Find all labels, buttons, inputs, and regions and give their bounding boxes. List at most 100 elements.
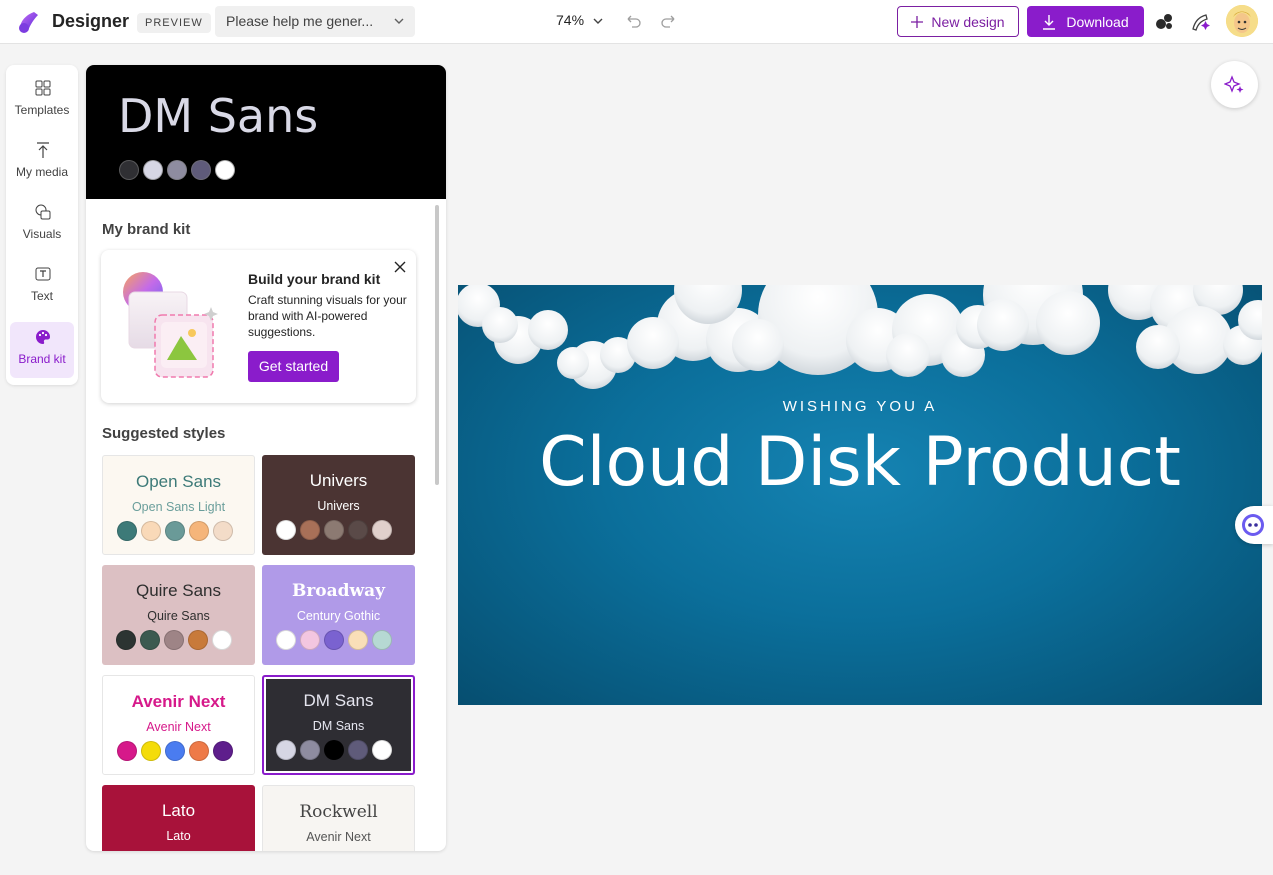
color-swatch <box>188 630 208 650</box>
color-swatch <box>324 520 344 540</box>
close-icon[interactable] <box>393 260 407 274</box>
style-heading-font: Quire Sans <box>135 581 222 600</box>
style-swatches <box>276 520 392 540</box>
redo-icon[interactable] <box>660 12 678 30</box>
style-body-font: Univers <box>317 499 360 513</box>
color-swatch <box>348 740 368 760</box>
color-swatch <box>213 521 233 541</box>
style-card-quire-sans[interactable]: Quire Sans Quire Sans <box>102 565 255 665</box>
design-title[interactable]: Cloud Disk Product <box>458 423 1262 502</box>
palette-icon <box>36 330 51 344</box>
download-icon <box>1043 14 1056 30</box>
color-swatch <box>372 630 392 650</box>
style-card-avenir-next[interactable]: Avenir Next Avenir Next <box>102 675 255 775</box>
avatar-image-icon <box>1226 5 1258 37</box>
color-swatch <box>191 160 211 180</box>
color-swatch <box>276 630 296 650</box>
color-swatch <box>119 160 139 180</box>
plus-icon <box>911 15 924 28</box>
style-card-broadway[interactable]: Broadway Century Gothic <box>262 565 415 665</box>
style-swatches <box>276 740 392 760</box>
visuals-icon <box>35 204 51 220</box>
style-card-dm-sans[interactable]: DM Sans DM Sans <box>262 675 415 775</box>
color-swatch <box>117 741 137 761</box>
style-heading-font: Rockwell <box>299 802 378 822</box>
style-body-font: Quire Sans <box>147 609 210 623</box>
style-card-open-sans[interactable]: Open Sans Open Sans Light <box>102 455 255 555</box>
text-icon <box>35 267 51 281</box>
panel-scrollbar[interactable] <box>435 205 439 485</box>
rail-item-templates[interactable]: Templates <box>10 73 74 129</box>
style-card-lato[interactable]: Lato Lato <box>102 785 255 851</box>
new-design-button[interactable]: New design <box>897 6 1019 37</box>
apps-icon[interactable] <box>1153 11 1175 33</box>
rail-item-label: Brand kit <box>18 352 66 366</box>
color-swatch <box>117 521 137 541</box>
preview-badge: PREVIEW <box>137 13 211 33</box>
zoom-level[interactable]: 74% <box>556 12 584 28</box>
style-swatches <box>117 741 233 761</box>
prompt-value: Please help me gener... <box>226 13 374 29</box>
color-swatch <box>189 741 209 761</box>
color-swatch <box>165 741 185 761</box>
promo-description: Craft stunning visuals for your brand wi… <box>248 293 407 339</box>
color-swatch <box>300 520 320 540</box>
prompt-dropdown[interactable]: Please help me gener... <box>215 6 415 37</box>
chevron-down-icon <box>394 18 404 24</box>
style-swatches <box>116 630 232 650</box>
chevron-down-icon[interactable] <box>592 14 604 28</box>
app-name: Designer <box>52 11 130 31</box>
color-swatch <box>300 740 320 760</box>
color-swatch <box>324 740 344 760</box>
rail-item-label: My media <box>15 165 68 179</box>
style-body-font: Lato <box>166 829 191 843</box>
rail-item-label: Templates <box>14 103 70 117</box>
design-ideas-button[interactable] <box>1211 61 1258 108</box>
style-body-font: Avenir Next <box>146 720 211 734</box>
design-subtitle[interactable]: WISHING YOU A <box>458 398 1262 415</box>
copilot-tab[interactable] <box>1235 506 1273 544</box>
avatar[interactable] <box>1226 5 1258 37</box>
selected-style-swatches <box>119 160 235 180</box>
rail-item-brand-kit[interactable]: Brand kit <box>10 322 74 378</box>
color-swatch <box>140 630 160 650</box>
style-heading-font: Broadway <box>291 581 386 601</box>
design-canvas[interactable]: WISHING YOU A Cloud Disk Product <box>458 285 1262 705</box>
download-label: Download <box>1066 13 1129 30</box>
rail-item-my-media[interactable]: My media <box>10 135 74 191</box>
brand-kit-panel: DM Sans My brand kit Build your brand ki… <box>86 65 446 851</box>
copilot-icon <box>1242 514 1264 536</box>
rail-item-label: Visuals <box>22 227 62 241</box>
brand-kit-promo-card: Build your brand kit Craft stunning visu… <box>101 250 416 403</box>
style-heading-font: Lato <box>161 801 196 820</box>
suggested-styles-heading: Suggested styles <box>102 425 226 442</box>
color-swatch <box>300 630 320 650</box>
color-swatch <box>372 740 392 760</box>
color-swatch <box>276 520 296 540</box>
style-card-univers[interactable]: Univers Univers <box>262 455 415 555</box>
selected-style-preview: DM Sans <box>86 65 446 199</box>
new-design-label: New design <box>931 13 1005 30</box>
style-swatches <box>117 521 233 541</box>
style-swatches <box>276 630 392 650</box>
color-swatch <box>165 521 185 541</box>
color-swatch <box>215 160 235 180</box>
promo-title: Build your brand kit <box>248 271 381 287</box>
style-body-font: Avenir Next <box>306 830 371 844</box>
undo-icon[interactable] <box>624 12 642 30</box>
get-started-button[interactable]: Get started <box>248 351 339 382</box>
color-swatch <box>348 630 368 650</box>
color-swatch <box>167 160 187 180</box>
brand-kit-illustration-icon <box>123 272 218 378</box>
style-heading-font: DM Sans <box>303 691 374 710</box>
style-card-rockwell[interactable]: Rockwell Avenir Next <box>262 785 415 851</box>
download-button[interactable]: Download <box>1027 6 1144 37</box>
rail-item-label: Text <box>30 289 53 303</box>
color-swatch <box>213 741 233 761</box>
premium-sparkle-icon[interactable] <box>1189 11 1211 33</box>
color-swatch <box>324 630 344 650</box>
rail-item-text[interactable]: Text <box>10 259 74 315</box>
rail-item-visuals[interactable]: Visuals <box>10 197 74 253</box>
color-swatch <box>141 741 161 761</box>
style-body-font: DM Sans <box>312 719 365 733</box>
